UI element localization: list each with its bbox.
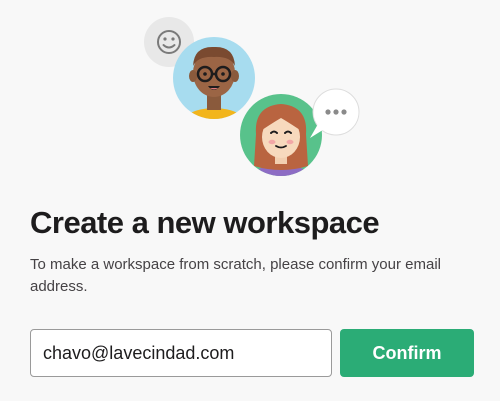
page-title: Create a new workspace bbox=[30, 205, 380, 240]
page-description: To make a workspace from scratch, please… bbox=[30, 256, 441, 295]
email-field[interactable] bbox=[30, 329, 332, 377]
header-illustration bbox=[138, 14, 368, 182]
illustration-svg bbox=[144, 17, 360, 176]
ellipsis-icon bbox=[325, 109, 347, 115]
ellipsis-bubble bbox=[310, 88, 360, 138]
confirm-button[interactable]: Confirm bbox=[340, 329, 474, 377]
avatar-woman bbox=[240, 94, 322, 176]
